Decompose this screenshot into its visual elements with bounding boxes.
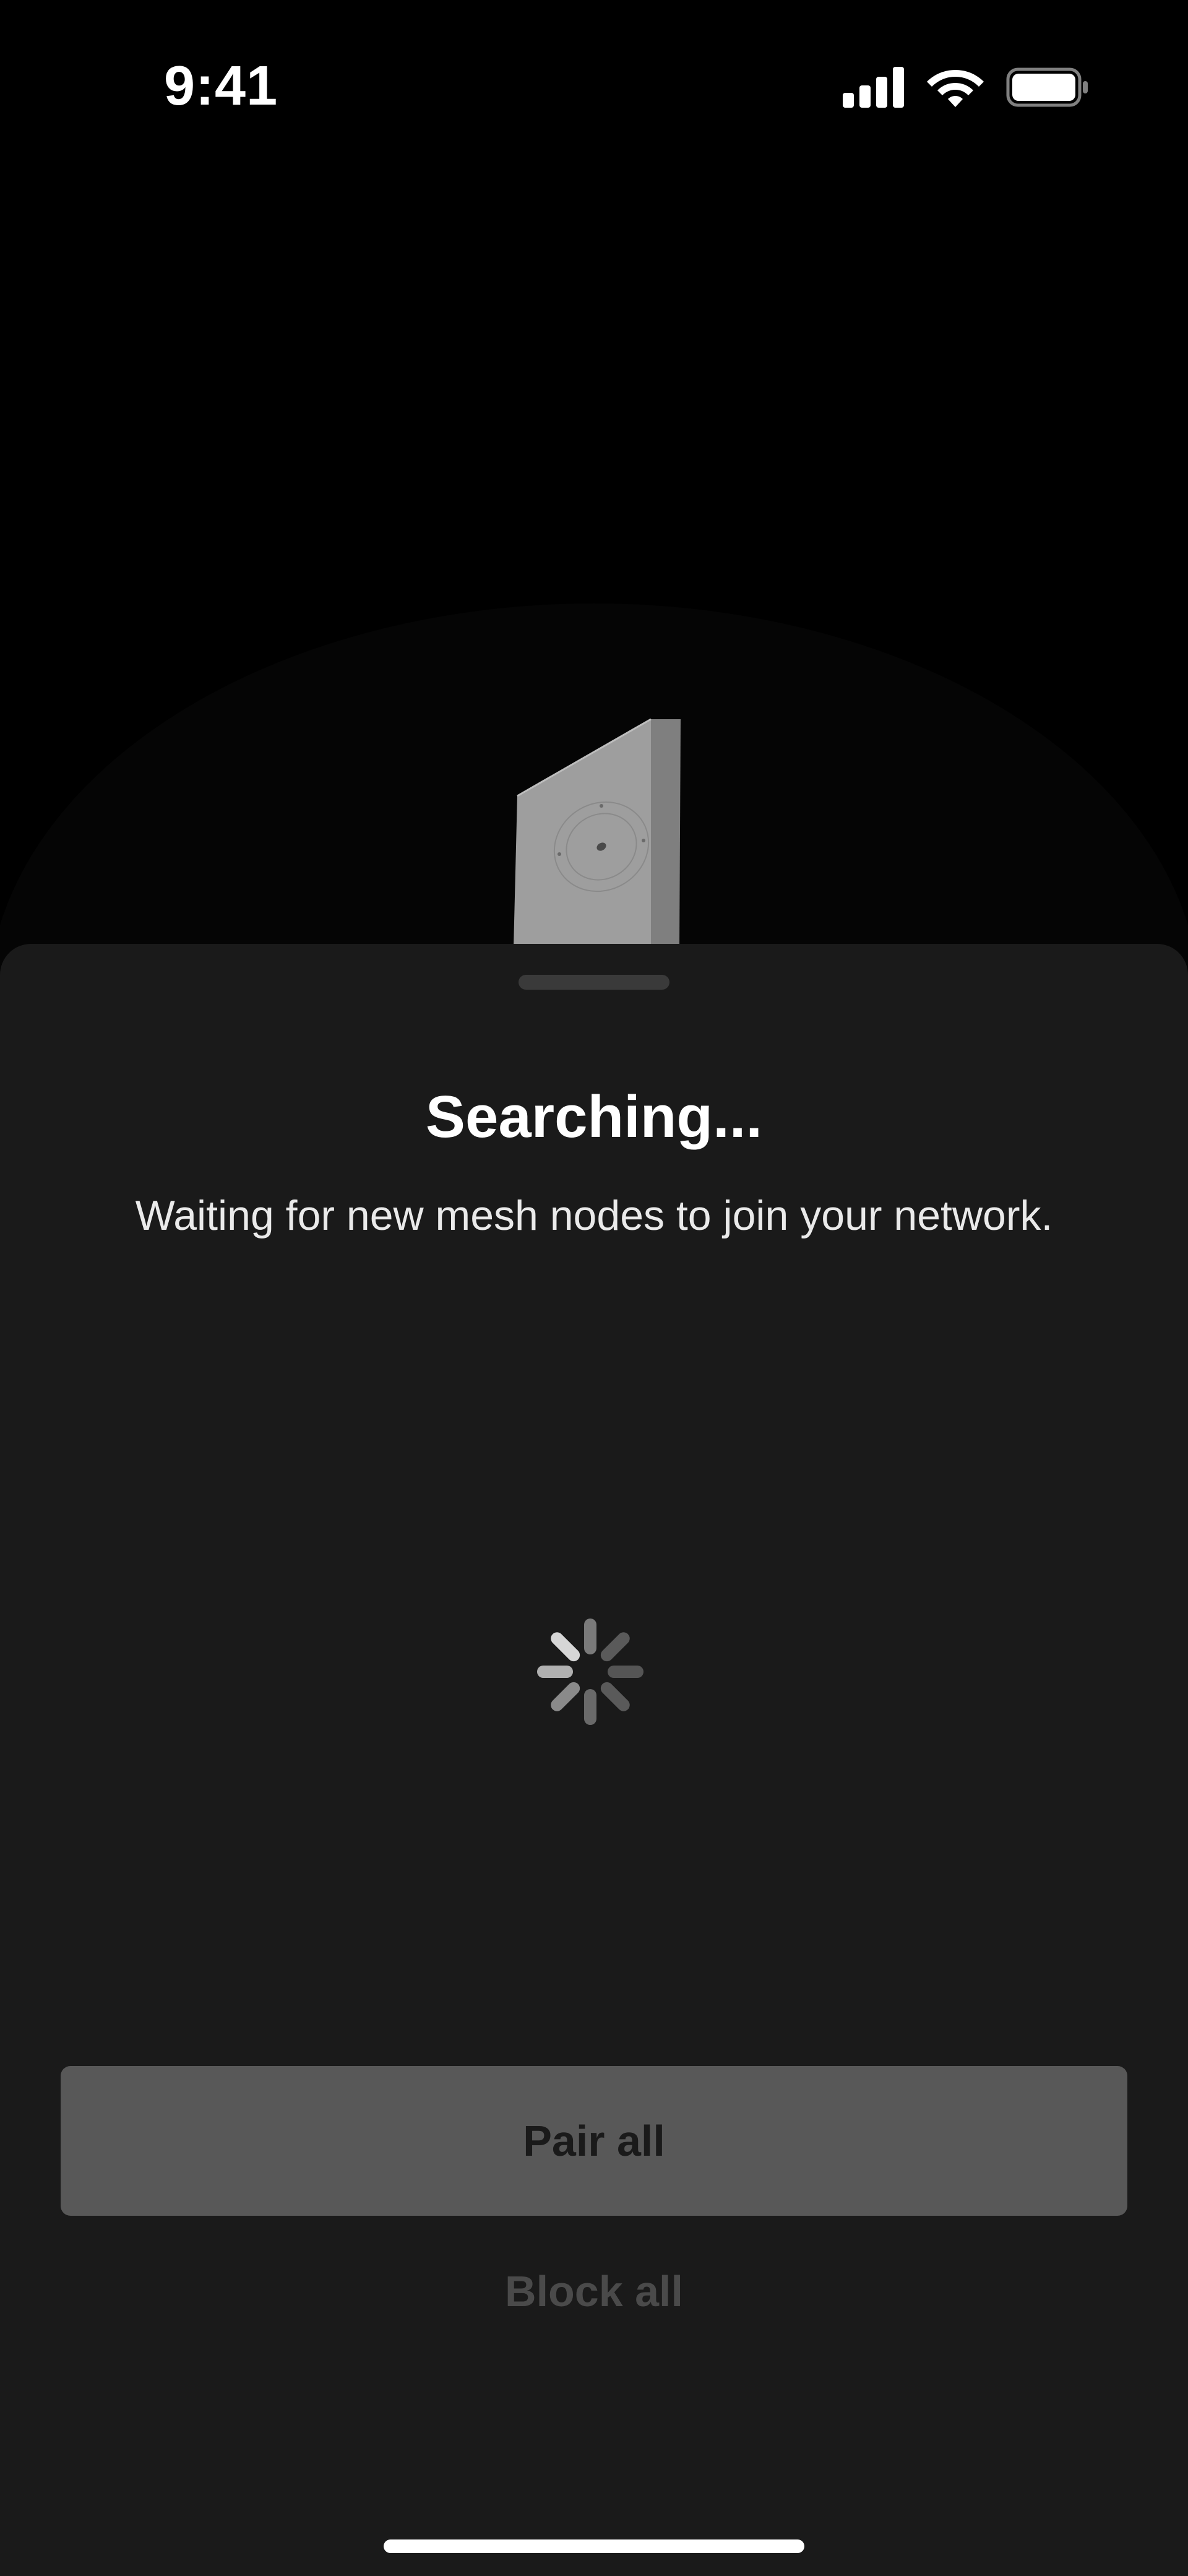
status-time: 9:41 <box>164 55 278 117</box>
pair-all-button[interactable]: Pair all <box>61 2066 1127 2216</box>
status-bar: 9:41 <box>0 0 1188 179</box>
wifi-icon <box>927 70 984 107</box>
loading-spinner-icon <box>537 1619 644 1725</box>
bottom-sheet: Searching... Waiting for new mesh nodes … <box>0 944 1188 2576</box>
sheet-grabber[interactable] <box>519 975 669 990</box>
status-icons <box>843 67 1089 108</box>
mesh-node-device-icon <box>514 718 681 947</box>
sheet-title: Searching... <box>425 1084 763 1150</box>
cellular-signal-icon <box>843 67 904 108</box>
sheet-subtitle: Waiting for new mesh nodes to join your … <box>135 1192 1053 1239</box>
home-indicator[interactable] <box>384 2539 804 2553</box>
battery-icon <box>1006 67 1088 107</box>
block-all-button[interactable]: Block all <box>408 2251 780 2332</box>
